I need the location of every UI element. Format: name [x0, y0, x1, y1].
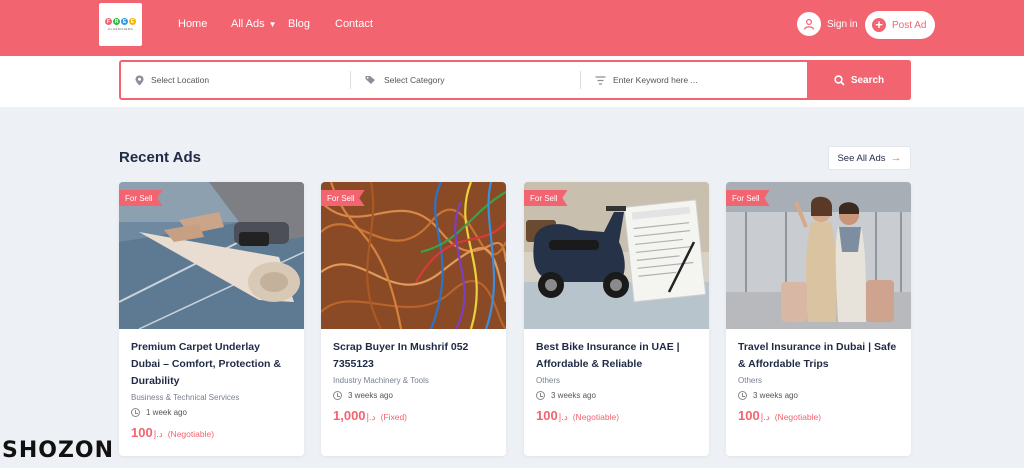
ad-card[interactable]: For Sell Premium Carpet Underlay Dubai –…	[119, 182, 304, 456]
for-sell-badge: For Sell	[524, 190, 568, 206]
clock-icon	[333, 391, 342, 400]
text-filter-icon	[595, 75, 606, 85]
ad-time-label: 3 weeks ago	[551, 391, 596, 400]
logo-subtitle: CLASSIFIEDS	[107, 27, 133, 31]
ad-price: 100 د.إ (Negotiable)	[536, 408, 697, 423]
for-sell-badge: For Sell	[321, 190, 365, 206]
nav-contact[interactable]: Contact	[335, 18, 373, 30]
watermark-logo: SHOZON	[2, 438, 114, 463]
ad-category[interactable]: Industry Machinery & Tools	[333, 376, 494, 385]
chevron-down-icon: ▼	[268, 19, 277, 29]
ad-card[interactable]: For Sell Scrap Buyer In Mushrif 052 7355…	[321, 182, 506, 456]
ad-price: 1,000 د.إ (Fixed)	[333, 408, 494, 423]
search-button-label: Search	[850, 74, 885, 86]
ad-category[interactable]: Business & Technical Services	[131, 393, 292, 402]
for-sell-badge: For Sell	[119, 190, 163, 206]
ad-image-carpet[interactable]: For Sell	[119, 182, 304, 329]
price-note: (Negotiable)	[167, 429, 215, 439]
price-note: (Fixed)	[380, 412, 408, 422]
location-select[interactable]: Select Location	[121, 62, 350, 98]
user-icon	[797, 12, 821, 36]
search-bar: Select Location Select Category Enter Ke…	[119, 60, 911, 100]
ad-price: 100 د.إ (Negotiable)	[131, 425, 292, 440]
price-note: (Negotiable)	[774, 412, 822, 422]
sign-in-button[interactable]: Sign in	[797, 12, 858, 36]
site-logo[interactable]: F R E E CLASSIFIEDS	[99, 3, 142, 46]
sign-in-label: Sign in	[827, 18, 858, 30]
currency-symbol: د.إ	[366, 412, 376, 422]
ad-time: 3 weeks ago	[738, 391, 899, 400]
map-pin-icon	[135, 75, 144, 86]
post-ad-label: Post Ad	[892, 19, 927, 31]
ad-image-travel[interactable]: For Sell	[726, 182, 911, 329]
ad-time-label: 3 weeks ago	[348, 391, 393, 400]
ad-image-scooter-insurance[interactable]: For Sell	[524, 182, 709, 329]
nav-home[interactable]: Home	[178, 18, 207, 30]
search-band: Select Location Select Category Enter Ke…	[0, 56, 1024, 107]
section-title: Recent Ads	[119, 149, 201, 166]
clock-icon	[536, 391, 545, 400]
search-button[interactable]: Search	[807, 60, 911, 100]
price-value: 100	[131, 425, 153, 440]
ad-title[interactable]: Travel Insurance in Dubai | Safe & Affor…	[738, 339, 899, 373]
ad-time: 1 week ago	[131, 408, 292, 417]
ad-title[interactable]: Scrap Buyer In Mushrif 052 7355123	[333, 339, 494, 373]
category-placeholder: Select Category	[384, 75, 445, 85]
for-sell-badge: For Sell	[726, 190, 770, 206]
currency-symbol: د.إ	[558, 412, 568, 422]
price-value: 100	[536, 408, 558, 423]
location-placeholder: Select Location	[151, 75, 210, 85]
category-select[interactable]: Select Category	[351, 62, 580, 98]
ad-image-wires[interactable]: For Sell	[321, 182, 506, 329]
ad-category[interactable]: Others	[536, 376, 697, 385]
ad-price: 100 د.إ (Negotiable)	[738, 408, 899, 423]
clock-icon	[738, 391, 747, 400]
nav-all-ads-label: All Ads	[231, 18, 265, 30]
ad-time-label: 1 week ago	[146, 408, 187, 417]
arrow-right-icon: →	[890, 152, 902, 164]
ad-title[interactable]: Best Bike Insurance in UAE | Affordable …	[536, 339, 697, 373]
currency-symbol: د.إ	[153, 429, 163, 439]
ad-title[interactable]: Premium Carpet Underlay Dubai – Comfort,…	[131, 339, 292, 390]
clock-icon	[131, 408, 140, 417]
price-value: 1,000	[333, 408, 366, 423]
ad-time: 3 weeks ago	[333, 391, 494, 400]
see-all-ads-button[interactable]: See All Ads →	[828, 146, 911, 170]
see-all-label: See All Ads	[837, 152, 886, 164]
currency-symbol: د.إ	[760, 412, 770, 422]
site-header: F R E E CLASSIFIEDS Home All Ads ▼ Blog …	[0, 0, 1024, 56]
ad-time: 3 weeks ago	[536, 391, 697, 400]
logo-mark: F R E E	[105, 18, 136, 25]
ad-card[interactable]: For Sell Travel Insurance in Dubai | Saf…	[726, 182, 911, 456]
nav-all-ads[interactable]: All Ads ▼	[231, 18, 277, 30]
post-ad-button[interactable]: + Post Ad	[865, 11, 935, 39]
ad-time-label: 3 weeks ago	[753, 391, 798, 400]
tag-icon	[365, 75, 377, 85]
price-value: 100	[738, 408, 760, 423]
ad-card[interactable]: For Sell Best Bike Insurance in UAE | Af…	[524, 182, 709, 456]
ad-category[interactable]: Others	[738, 376, 899, 385]
price-note: (Negotiable)	[572, 412, 620, 422]
watermark-text: SHOZON	[2, 438, 115, 463]
search-icon	[834, 74, 845, 86]
keyword-input[interactable]: Enter Keyword here ...	[581, 62, 810, 98]
nav-blog[interactable]: Blog	[288, 18, 310, 30]
keyword-placeholder: Enter Keyword here ...	[613, 75, 698, 85]
plus-icon: +	[872, 18, 886, 32]
